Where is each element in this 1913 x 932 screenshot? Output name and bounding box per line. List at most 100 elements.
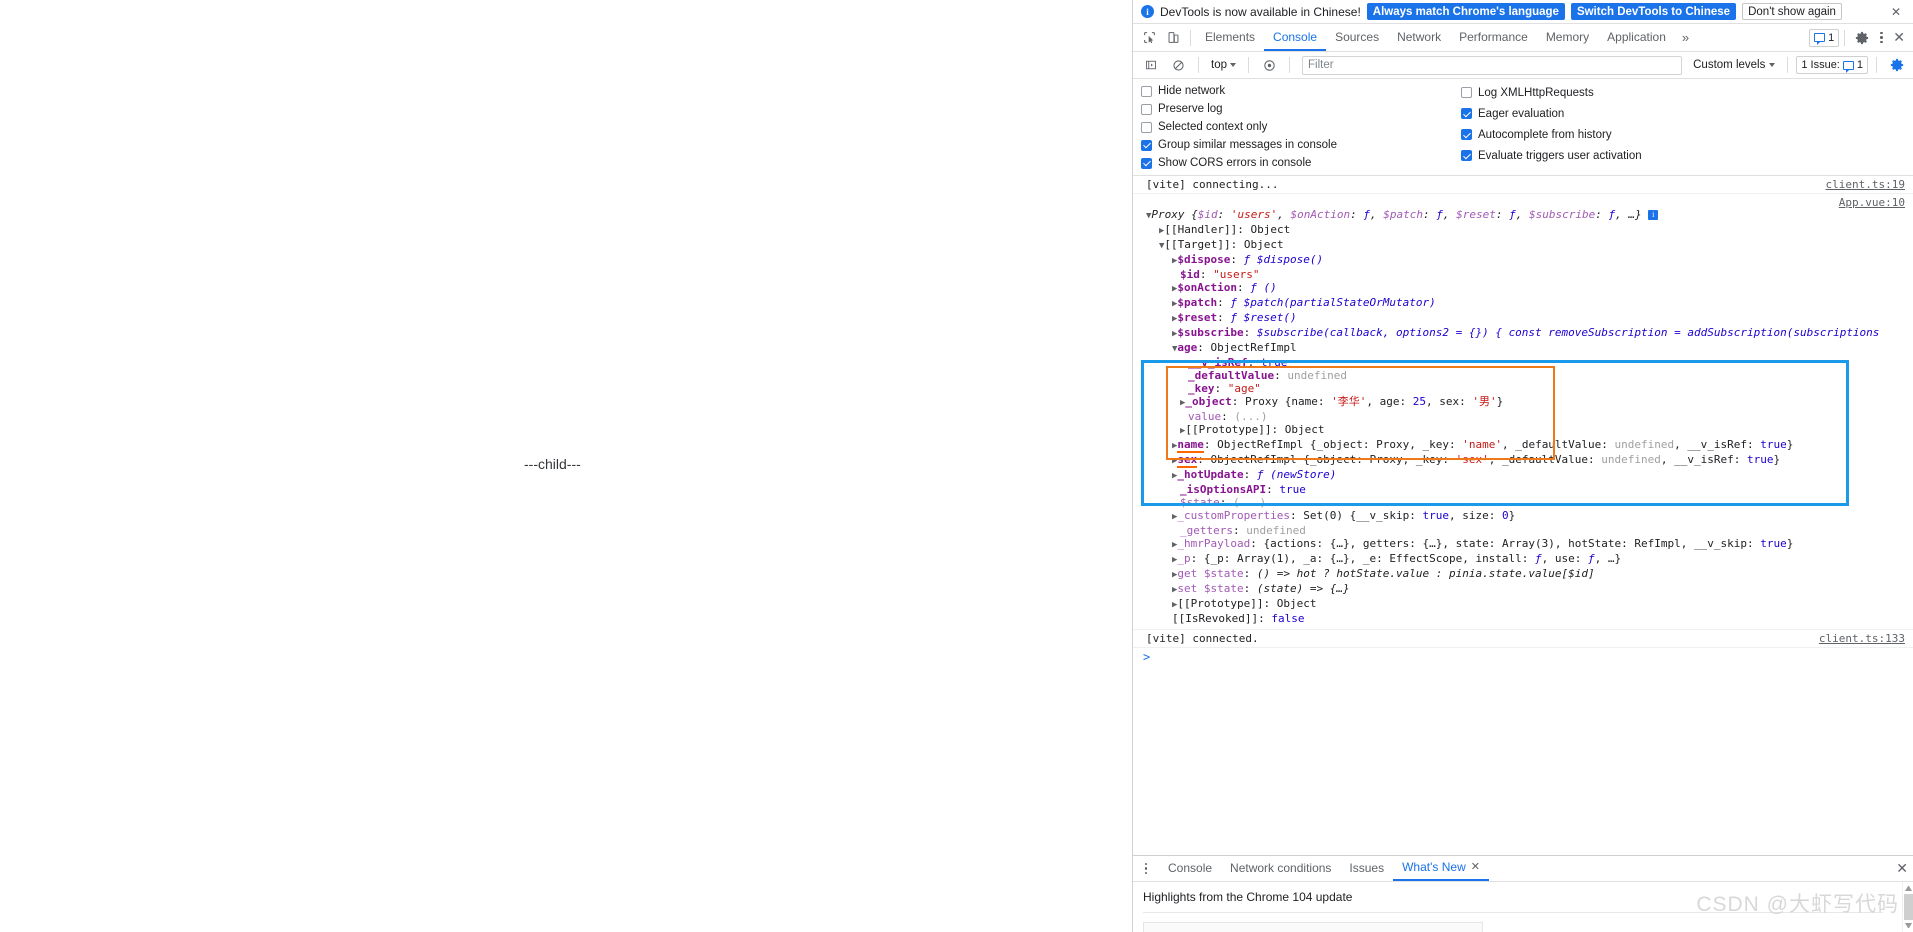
object-line-state[interactable]: $state: (...) <box>1133 496 1905 509</box>
more-tabs-icon[interactable]: » <box>1675 24 1696 51</box>
drawer-tab-issues[interactable]: Issues <box>1340 856 1393 881</box>
drawer-tab-console[interactable]: Console <box>1159 856 1221 881</box>
drawer-more-options-icon[interactable] <box>1139 862 1153 875</box>
object-line-onaction[interactable]: ▶$onAction: ƒ () <box>1133 281 1905 296</box>
scroll-up-arrow-icon[interactable] <box>1905 884 1912 891</box>
setting-group-similar[interactable]: Group similar messages in console <box>1141 139 1453 151</box>
tab-application[interactable]: Application <box>1598 24 1675 51</box>
object-line-target[interactable]: ▼[[Target]]: Object <box>1133 238 1905 253</box>
issues-counter-button[interactable]: 1 <box>1809 28 1840 47</box>
console-message-vite-connecting: [vite] connecting... client.ts:19 <box>1133 176 1913 194</box>
setting-label-autocomplete-history: Autocomplete from history <box>1478 128 1612 141</box>
object-line-set-state[interactable]: ▶set $state: (state) => {…} <box>1133 582 1905 597</box>
setting-eager-evaluation[interactable]: Eager evaluation <box>1461 106 1642 121</box>
info-badge-icon[interactable]: i <box>1648 210 1659 220</box>
object-line-reset[interactable]: ▶$reset: ƒ $reset() <box>1133 311 1905 326</box>
object-line-dispose[interactable]: ▶$dispose: ƒ $dispose() <box>1133 253 1905 268</box>
setting-selected-context-only[interactable]: Selected context only <box>1141 121 1453 133</box>
execution-context-selector[interactable]: top <box>1207 56 1240 74</box>
object-line-customproperties[interactable]: ▶_customProperties: Set(0) {__v_skip: tr… <box>1133 509 1905 524</box>
console-toolbar: top Custom levels 1 Issue: 1 <box>1133 52 1913 79</box>
object-line-hotupdate[interactable]: ▶_hotUpdate: ƒ (newStore) <box>1133 468 1905 483</box>
checkbox-hide-network[interactable] <box>1141 85 1152 97</box>
message-source-link-connected[interactable]: client.ts:133 <box>1809 632 1905 645</box>
tab-elements[interactable]: Elements <box>1196 24 1264 51</box>
console-sidebar-icon[interactable] <box>1139 53 1163 77</box>
object-line-name[interactable]: ▶name: ObjectRefImpl {_object: Proxy, _k… <box>1133 438 1905 453</box>
checkbox-selected-context-only[interactable] <box>1141 121 1152 133</box>
object-line-handler[interactable]: ▶[[Handler]]: Object <box>1133 223 1905 238</box>
close-notification-icon[interactable]: ✕ <box>1889 5 1903 19</box>
checkbox-preserve-log[interactable] <box>1141 103 1152 115</box>
message-source-link[interactable]: client.ts:19 <box>1816 178 1905 191</box>
setting-hide-network[interactable]: Hide network <box>1141 85 1453 97</box>
issue-message-icon-2 <box>1842 60 1854 73</box>
log-levels-selector[interactable]: Custom levels <box>1689 59 1779 71</box>
gear-icon[interactable] <box>1850 26 1874 50</box>
setting-preserve-log[interactable]: Preserve log <box>1141 103 1453 115</box>
setting-log-xhr[interactable]: Log XMLHttpRequests <box>1461 85 1642 100</box>
object-line-root[interactable]: ▼Proxy {$id: 'users', $onAction: ƒ, $pat… <box>1133 194 1905 223</box>
scrollbar-thumb[interactable] <box>1904 894 1913 920</box>
drawer-scrollbar[interactable] <box>1902 882 1913 932</box>
tab-performance[interactable]: Performance <box>1450 24 1537 51</box>
close-tab-icon[interactable]: ✕ <box>1471 855 1480 880</box>
whats-new-title: Highlights from the Chrome 104 update <box>1143 890 1353 904</box>
checkbox-group-similar[interactable] <box>1141 139 1152 151</box>
live-expression-icon[interactable] <box>1257 53 1281 77</box>
more-options-icon[interactable] <box>1874 31 1888 44</box>
setting-autocomplete-history[interactable]: Autocomplete from history <box>1461 127 1642 142</box>
close-drawer-icon[interactable]: ✕ <box>1891 860 1913 877</box>
checkbox-autocomplete-history[interactable] <box>1461 129 1472 140</box>
object-line-patch[interactable]: ▶$patch: ƒ $patch(partialStateOrMutator) <box>1133 296 1905 311</box>
console-prompt[interactable]: > <box>1133 648 1913 667</box>
message-text-connected: [vite] connected. <box>1146 632 1259 645</box>
filter-input[interactable] <box>1302 55 1683 75</box>
object-line-p[interactable]: ▶_p: {_p: Array(1), _a: {…}, _e: EffectS… <box>1133 552 1905 567</box>
scroll-down-arrow-icon[interactable] <box>1905 923 1912 930</box>
object-line-isrevoked: [[IsRevoked]]: false <box>1172 612 1305 625</box>
checkbox-eager-evaluation[interactable] <box>1461 108 1472 119</box>
close-devtools-icon[interactable]: ✕ <box>1888 29 1910 46</box>
devtools-tabbar: Elements Console Sources Network Perform… <box>1133 24 1913 52</box>
drawer-tabbar: Console Network conditions Issues What's… <box>1133 856 1913 882</box>
clear-console-icon[interactable] <box>1166 53 1190 77</box>
object-line-prototype-age[interactable]: ▶[[Prototype]]: Object <box>1133 423 1905 438</box>
switch-devtools-language-button[interactable]: Switch DevTools to Chinese <box>1570 3 1737 20</box>
setting-evaluate-user-activation[interactable]: Evaluate triggers user activation <box>1461 148 1642 163</box>
object-line-object[interactable]: ▶_object: Proxy {name: '李华', age: 25, se… <box>1133 395 1905 410</box>
log-levels-label: Custom levels <box>1693 59 1766 71</box>
console-message-list[interactable]: [vite] connecting... client.ts:19 App.vu… <box>1133 176 1913 855</box>
object-line-subscribe[interactable]: ▶$subscribe: $subscribe(callback, option… <box>1133 326 1905 341</box>
tab-memory[interactable]: Memory <box>1537 24 1598 51</box>
console-message-vite-connected: [vite] connected. client.ts:133 <box>1133 630 1913 648</box>
object-line-get-state[interactable]: ▶get $state: () => hot ? hotState.value … <box>1133 567 1905 582</box>
object-line-sex[interactable]: ▶sex: ObjectRefImpl {_object: Proxy, _ke… <box>1133 453 1905 468</box>
toolbar-divider <box>1190 29 1191 46</box>
object-line-age[interactable]: ▼age: ObjectRefImpl <box>1133 341 1905 356</box>
setting-show-cors-errors[interactable]: Show CORS errors in console <box>1141 157 1453 169</box>
checkbox-show-cors-errors[interactable] <box>1141 157 1152 169</box>
object-line-hmrpayload[interactable]: ▶_hmrPayload: {actions: {…}, getters: {…… <box>1133 537 1905 552</box>
checkbox-log-xhr[interactable] <box>1461 87 1472 98</box>
console-settings-gear-icon[interactable] <box>1885 53 1909 77</box>
device-toolbar-icon[interactable] <box>1161 26 1185 50</box>
whats-new-card[interactable] <box>1143 922 1483 932</box>
checkbox-evaluate-user-activation[interactable] <box>1461 150 1472 161</box>
object-line-prototype-target[interactable]: ▶[[Prototype]]: Object <box>1133 597 1905 612</box>
inspect-element-icon[interactable] <box>1137 26 1161 50</box>
dont-show-again-button[interactable]: Don't show again <box>1742 3 1842 20</box>
message-text: [vite] connecting... <box>1146 178 1279 191</box>
devtools-panel: i DevTools is now available in Chinese! … <box>1133 0 1913 932</box>
drawer-tab-network-conditions[interactable]: Network conditions <box>1221 856 1340 881</box>
always-match-language-button[interactable]: Always match Chrome's language <box>1366 3 1565 20</box>
info-icon: i <box>1141 5 1154 18</box>
object-line-value[interactable]: value: (...) <box>1133 410 1905 423</box>
tab-network[interactable]: Network <box>1388 24 1450 51</box>
tab-console[interactable]: Console <box>1264 24 1327 51</box>
drawer-tab-whats-new[interactable]: What's New ✕ <box>1393 856 1489 881</box>
console-issues-button[interactable]: 1 Issue: 1 <box>1796 56 1868 74</box>
object-line-isoptionsapi: _isOptionsAPI: true <box>1180 483 1306 496</box>
tab-sources[interactable]: Sources <box>1326 24 1388 51</box>
setting-label-preserve-log: Preserve log <box>1158 103 1223 115</box>
